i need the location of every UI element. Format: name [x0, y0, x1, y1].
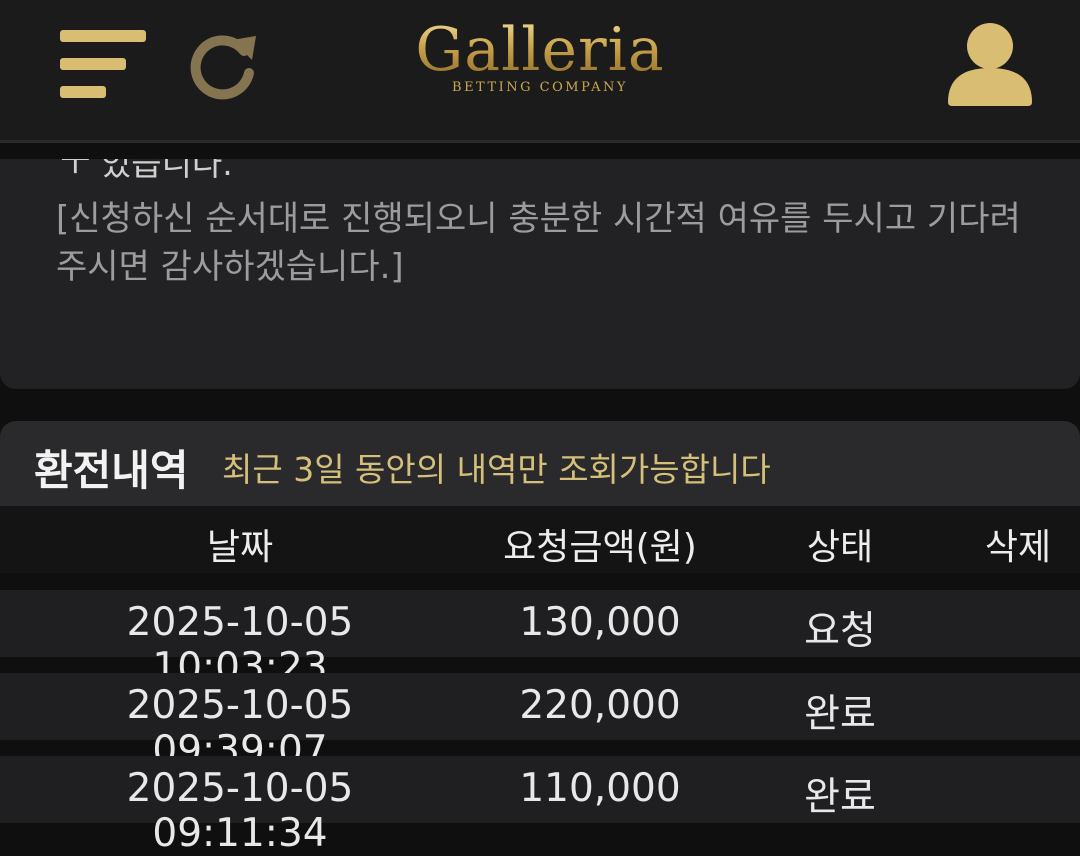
history-hint: 최근 3일 동안의 내역만 조회가능합니다: [222, 450, 771, 489]
logo-title: Galleria: [400, 18, 680, 82]
column-status: 상태: [806, 527, 874, 568]
table-header: 날짜 요청금액(원) 상태 삭제: [0, 506, 1080, 573]
notice-text: [신청하신 순서대로 진행되오니 충분한 시간적 여유를 두시고 기다려 주시면…: [56, 199, 1021, 287]
top-header: Galleria BETTING COMPANY: [0, 0, 1080, 143]
row-amount: 130,000: [519, 600, 681, 645]
refresh-icon[interactable]: [186, 28, 260, 102]
table-row[interactable]: 2025-10-05 09:39:07 220,000 완료: [0, 673, 1080, 773]
column-delete: 삭제: [984, 527, 1052, 568]
notice-cut-line: ㅜ 있습니다.: [60, 159, 233, 183]
row-status: 완료: [804, 775, 876, 820]
hamburger-menu-icon[interactable]: [60, 26, 150, 104]
row-status: 완료: [804, 692, 876, 737]
column-amount: 요청금액(원): [503, 527, 697, 568]
column-date: 날짜: [206, 527, 274, 568]
row-date: 2025-10-05 09:11:34: [126, 766, 354, 856]
row-amount: 220,000: [519, 683, 681, 728]
notice-panel: ㅜ 있습니다. [신청하신 순서대로 진행되오니 충분한 시간적 여유를 두시고…: [0, 159, 1080, 389]
withdrawal-history-panel: 환전내역 최근 3일 동안의 내역만 조회가능합니다 날짜 요청금액(원) 상태…: [0, 421, 1080, 856]
row-status: 요청: [804, 609, 876, 654]
table-row[interactable]: 2025-10-05 10:03:23 130,000 요청: [0, 590, 1080, 690]
history-header: 환전내역 최근 3일 동안의 내역만 조회가능합니다: [0, 421, 1080, 506]
row-amount: 110,000: [519, 766, 681, 811]
galleria-logo[interactable]: Galleria BETTING COMPANY: [400, 18, 680, 108]
table-row[interactable]: 2025-10-05 09:11:34 110,000 완료: [0, 756, 1080, 856]
user-icon[interactable]: [944, 20, 1036, 110]
history-title: 환전내역: [34, 446, 189, 495]
